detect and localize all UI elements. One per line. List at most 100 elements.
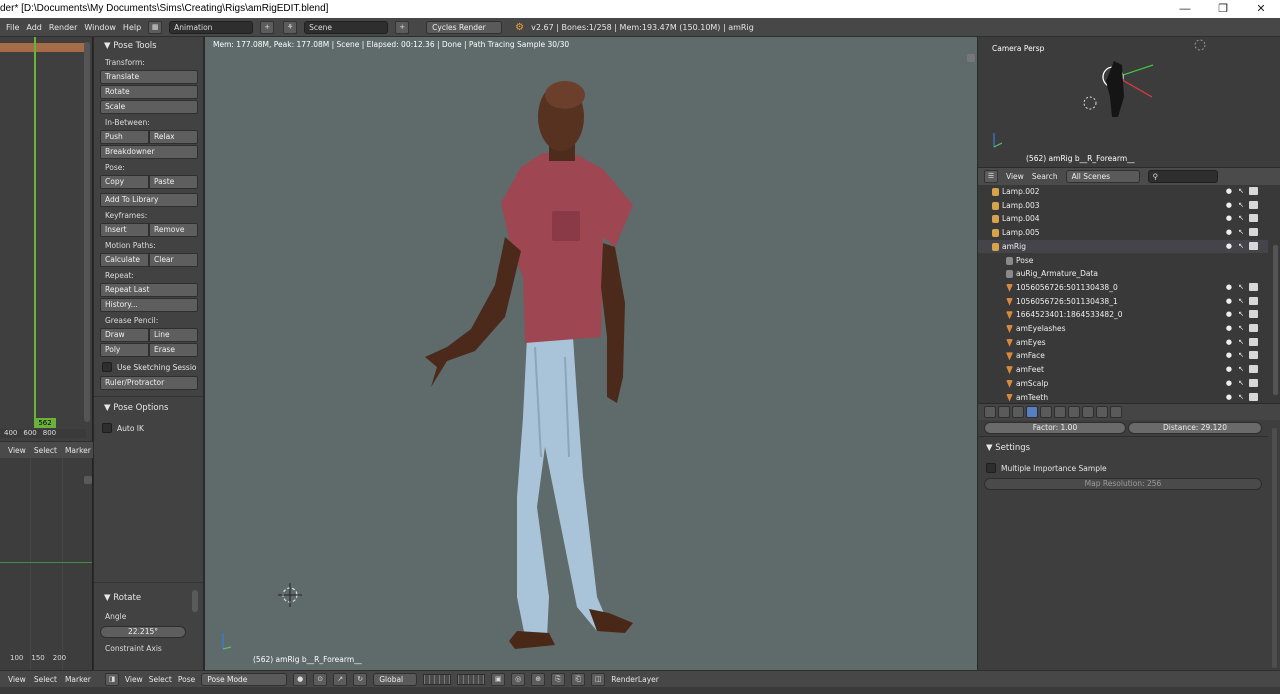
clear-paths-button[interactable]: Clear bbox=[149, 253, 198, 267]
visibility-eye-icon[interactable]: ● bbox=[1226, 281, 1232, 294]
paste-pose-button[interactable]: Paste bbox=[149, 175, 198, 189]
auto-ik-checkbox[interactable]: Auto IK bbox=[102, 422, 203, 434]
3d-cursor-icon[interactable] bbox=[278, 583, 302, 607]
timeline-menu-view[interactable]: View bbox=[8, 446, 26, 455]
mis-checkbox[interactable]: Multiple Importance Sample bbox=[986, 463, 1107, 473]
calculate-paths-button[interactable]: Calculate bbox=[100, 253, 149, 267]
settings-panel-title[interactable]: ▼ Settings bbox=[986, 443, 1030, 453]
render-icon[interactable]: ◫ bbox=[591, 672, 606, 686]
outliner-row[interactable]: 1056056726:501130438_1 ● ↖ bbox=[978, 295, 1268, 308]
screen-layout-field[interactable]: Animation bbox=[169, 20, 254, 34]
visibility-eye-icon[interactable]: ● bbox=[1226, 349, 1232, 362]
selectable-cursor-icon[interactable]: ↖ bbox=[1238, 295, 1244, 308]
visibility-eye-icon[interactable]: ● bbox=[1226, 363, 1232, 376]
data-tab-icon[interactable] bbox=[1082, 406, 1094, 418]
graph-menu-view[interactable]: View bbox=[8, 675, 26, 684]
pivot-icon[interactable]: ⊙ bbox=[313, 672, 328, 686]
timeline-menu-marker[interactable]: Marker bbox=[65, 446, 91, 455]
constraints-tab-icon[interactable] bbox=[1054, 406, 1066, 418]
shading-icon[interactable]: ● bbox=[293, 672, 308, 686]
screen-layout-icon[interactable]: ▦ bbox=[148, 20, 163, 34]
relax-button[interactable]: Relax bbox=[149, 130, 198, 144]
render-camera-icon[interactable] bbox=[1249, 365, 1258, 374]
scene-field[interactable]: Scene bbox=[304, 20, 389, 34]
render-camera-icon[interactable] bbox=[1249, 378, 1258, 387]
visibility-eye-icon[interactable]: ● bbox=[1226, 199, 1232, 212]
use-sketching-checkbox[interactable]: Use Sketching Sessio bbox=[102, 361, 203, 373]
outliner-row[interactable]: auRig_Armature_Data bbox=[978, 267, 1268, 280]
render-layers-tab-icon[interactable] bbox=[998, 406, 1010, 418]
selectable-cursor-icon[interactable]: ↖ bbox=[1238, 391, 1244, 404]
manipulator-icon[interactable]: ↗ bbox=[333, 672, 348, 686]
outliner-row[interactable]: 1056056726:501130438_0 ● ↖ bbox=[978, 281, 1268, 294]
viewport-menu-pose[interactable]: Pose bbox=[178, 675, 195, 684]
selectable-cursor-icon[interactable]: ↖ bbox=[1238, 377, 1244, 390]
snap-icon[interactable]: ⊕ bbox=[531, 672, 546, 686]
outliner-row[interactable]: Lamp.005 ● ↖ bbox=[978, 226, 1268, 239]
erase-button[interactable]: Erase bbox=[149, 343, 198, 357]
ruler-protractor-button[interactable]: Ruler/Protractor bbox=[100, 376, 198, 390]
viewport-menu-view[interactable]: View bbox=[125, 675, 143, 684]
properties-scrollbar[interactable] bbox=[1272, 428, 1277, 668]
selectable-cursor-icon[interactable]: ↖ bbox=[1238, 322, 1244, 335]
timeline-menu-select[interactable]: Select bbox=[34, 446, 57, 455]
pose-options-panel-title[interactable]: ▼ Pose Options bbox=[94, 399, 203, 416]
viewport-corner-icon[interactable] bbox=[967, 54, 975, 62]
3d-viewport[interactable]: Mem: 177.08M, Peak: 177.08M | Scene | El… bbox=[205, 37, 977, 670]
outliner-menu-view[interactable]: View bbox=[1006, 172, 1024, 181]
selectable-cursor-icon[interactable]: ↖ bbox=[1238, 185, 1244, 198]
rotate-manipulator-icon[interactable]: ↻ bbox=[353, 672, 368, 686]
outliner-row[interactable]: amTeeth ● ↖ bbox=[978, 391, 1268, 404]
visibility-eye-icon[interactable]: ● bbox=[1226, 308, 1232, 321]
visibility-eye-icon[interactable]: ● bbox=[1226, 322, 1232, 335]
add-scene-icon[interactable]: + bbox=[395, 20, 410, 34]
history-button[interactable]: History... bbox=[100, 298, 198, 312]
repeat-last-button[interactable]: Repeat Last bbox=[100, 283, 198, 297]
timeline-area[interactable]: 562 bbox=[0, 37, 93, 445]
push-button[interactable]: Push bbox=[100, 130, 149, 144]
breakdowner-button[interactable]: Breakdowner bbox=[100, 145, 198, 159]
outliner-row[interactable]: amRig ● ↖ bbox=[978, 239, 1268, 253]
checkbox-icon[interactable] bbox=[986, 463, 996, 473]
outliner-row[interactable]: Lamp.003 ● ↖ bbox=[978, 199, 1268, 212]
render-camera-icon[interactable] bbox=[1249, 392, 1258, 401]
render-camera-icon[interactable] bbox=[1249, 241, 1258, 250]
render-layer-label[interactable]: RenderLayer bbox=[611, 675, 659, 684]
menu-help[interactable]: Help bbox=[123, 23, 141, 32]
scene-tab-icon[interactable] bbox=[1012, 406, 1024, 418]
outliner-row[interactable]: amEyes ● ↖ bbox=[978, 336, 1268, 349]
outliner-menu-search[interactable]: Search bbox=[1032, 172, 1058, 181]
add-layout-icon[interactable]: + bbox=[260, 20, 275, 34]
translate-button[interactable]: Translate bbox=[100, 70, 198, 84]
selectable-cursor-icon[interactable]: ↖ bbox=[1238, 226, 1244, 239]
orientation-select[interactable]: Global bbox=[373, 672, 418, 686]
viewport-menu-select[interactable]: Select bbox=[149, 675, 172, 684]
proportional-icon[interactable]: ◎ bbox=[511, 672, 526, 686]
graph-zoom-icon[interactable] bbox=[84, 476, 92, 484]
visibility-eye-icon[interactable]: ● bbox=[1226, 295, 1232, 308]
render-camera-icon[interactable] bbox=[1249, 296, 1258, 305]
outliner-row[interactable]: Lamp.004 ● ↖ bbox=[978, 212, 1268, 225]
toolshelf-scrollbar[interactable] bbox=[192, 590, 198, 612]
layers-icon[interactable] bbox=[423, 673, 452, 685]
render-camera-icon[interactable] bbox=[1249, 282, 1258, 291]
texture-tab-icon[interactable] bbox=[1110, 406, 1122, 418]
editor-type-icon[interactable]: ☰ bbox=[984, 170, 998, 183]
checkbox-icon[interactable] bbox=[102, 423, 112, 433]
render-camera-icon[interactable] bbox=[1249, 310, 1258, 319]
factor-field[interactable]: Factor: 1.00 bbox=[984, 422, 1126, 434]
display-mode-select[interactable]: All Scenes bbox=[1065, 170, 1140, 183]
scene-icon[interactable]: ⚘ bbox=[283, 20, 298, 34]
selectable-cursor-icon[interactable]: ↖ bbox=[1238, 363, 1244, 376]
lock-icon[interactable]: ▣ bbox=[491, 672, 506, 686]
menu-render[interactable]: Render bbox=[49, 23, 77, 32]
menu-add[interactable]: Add bbox=[26, 23, 42, 32]
checkbox-icon[interactable] bbox=[102, 362, 112, 372]
menu-file[interactable]: File bbox=[6, 23, 19, 32]
visibility-eye-icon[interactable]: ● bbox=[1226, 240, 1232, 253]
selectable-cursor-icon[interactable]: ↖ bbox=[1238, 199, 1244, 212]
menu-window[interactable]: Window bbox=[84, 23, 116, 32]
render-camera-icon[interactable] bbox=[1249, 228, 1258, 237]
visibility-eye-icon[interactable]: ● bbox=[1226, 336, 1232, 349]
pose-tools-panel-title[interactable]: ▼ Pose Tools bbox=[94, 37, 203, 54]
